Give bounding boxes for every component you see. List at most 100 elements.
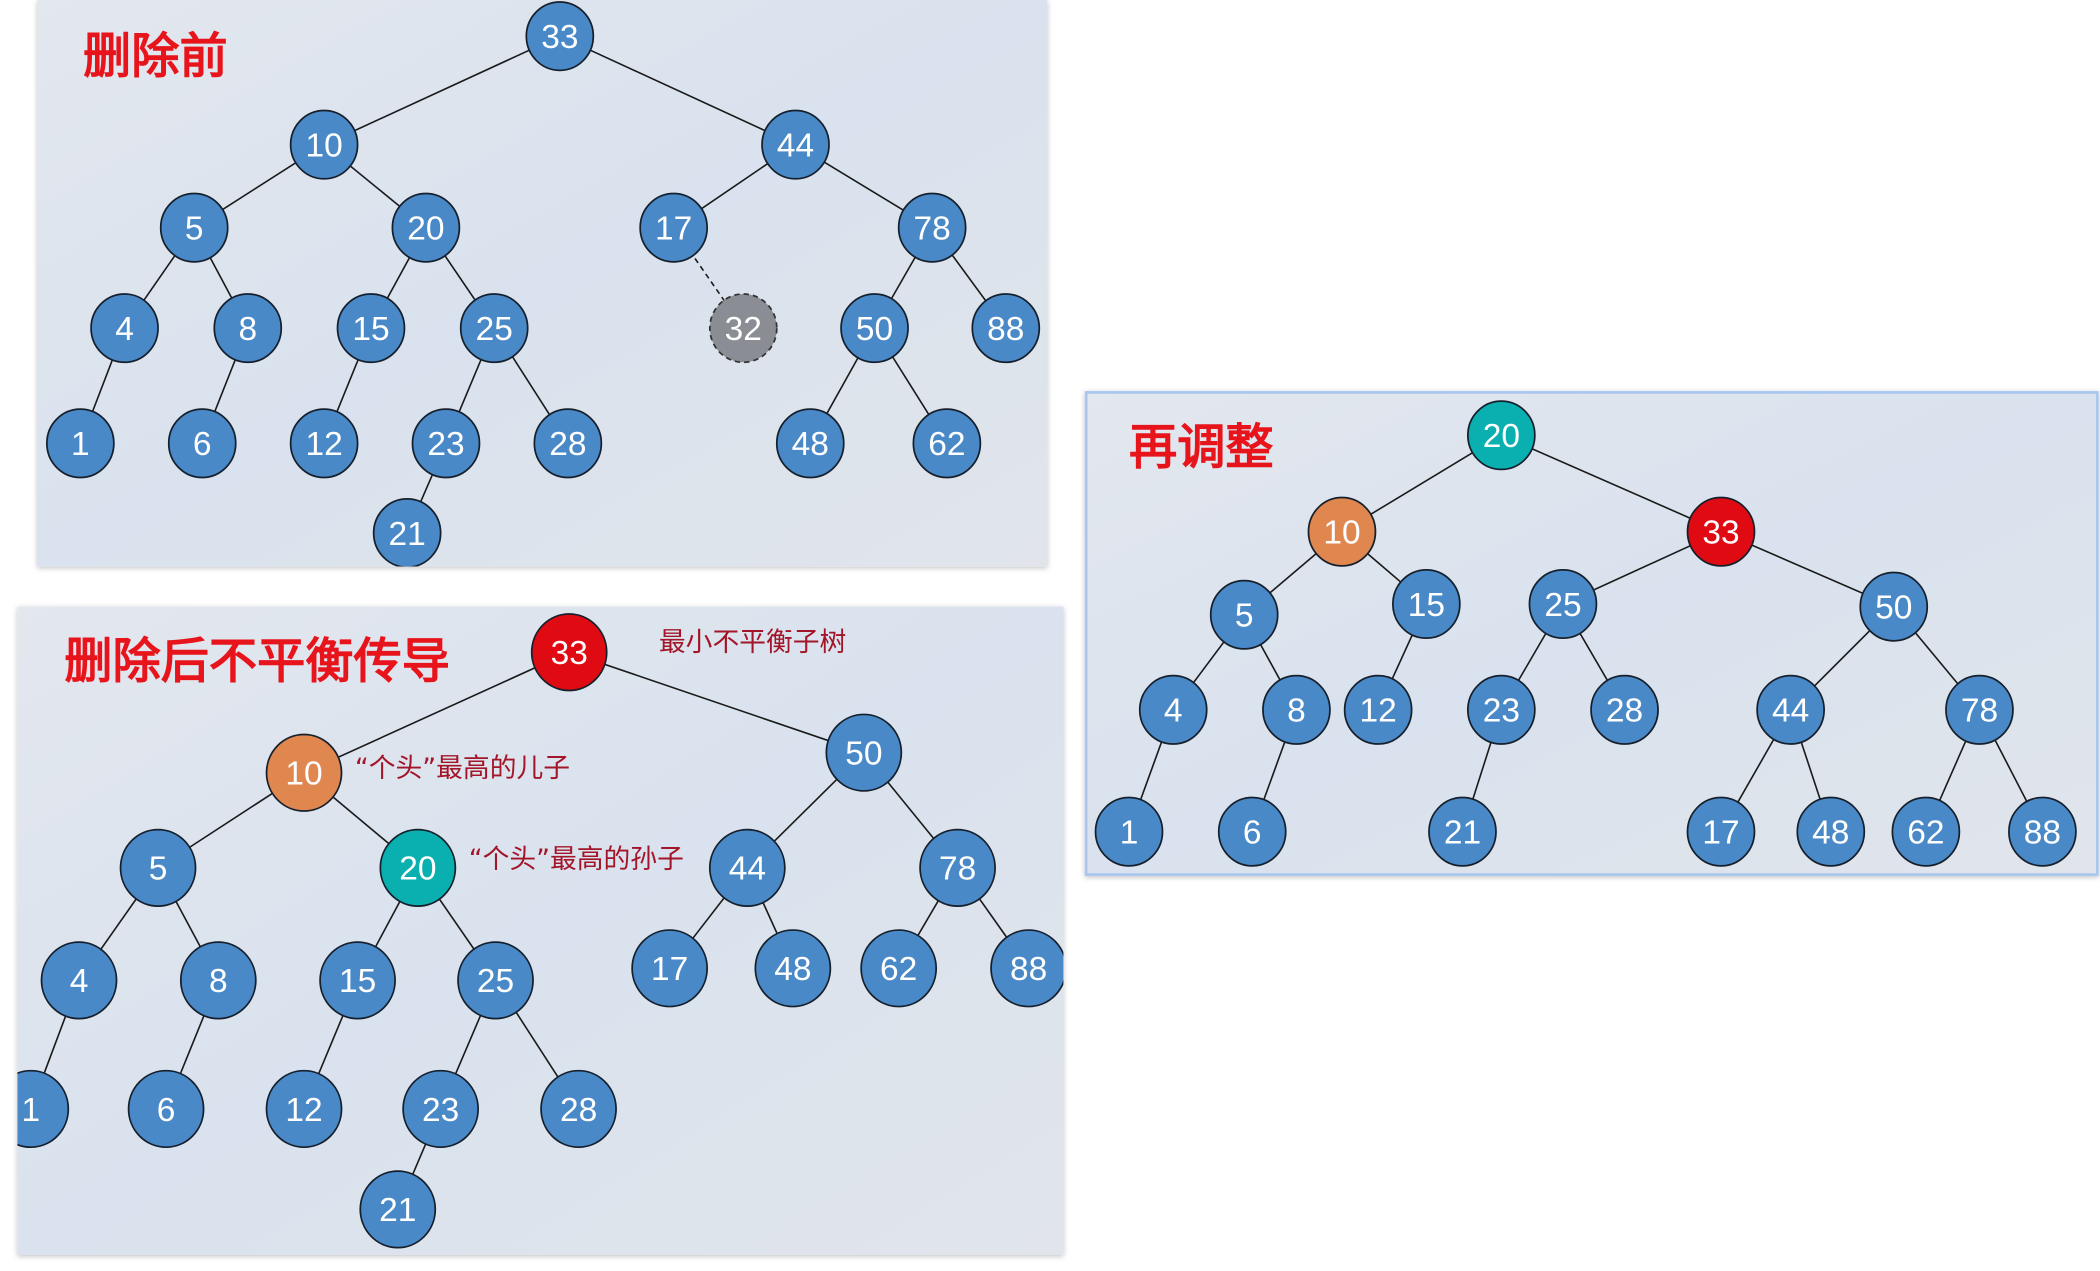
tree-node-6: 6: [1217, 796, 1287, 867]
tree-node-15: 15: [336, 293, 406, 364]
node-value: 12: [285, 1092, 322, 1129]
tree-node-44: 44: [1756, 674, 1825, 745]
node-value: 5: [185, 211, 204, 248]
node-value: 17: [655, 211, 692, 248]
node-value: 23: [427, 426, 464, 463]
node-value: 15: [339, 963, 376, 1000]
tree-node-15: 15: [319, 941, 396, 1020]
node-value: 28: [1606, 693, 1643, 730]
node-value: 32: [725, 311, 762, 348]
node-value: 10: [285, 756, 322, 793]
tree-node-78: 78: [897, 192, 967, 263]
node-value: 4: [115, 311, 134, 348]
node-value: 28: [560, 1092, 597, 1129]
node-value: 33: [551, 635, 588, 672]
node-value: 6: [157, 1092, 176, 1129]
node-value: 25: [477, 963, 514, 1000]
tree-node-28: 28: [540, 1069, 617, 1149]
node-value: 8: [209, 963, 228, 1000]
tree-node-6: 6: [167, 408, 237, 479]
node-value: 48: [792, 426, 829, 463]
tree-node-25: 25: [459, 293, 529, 364]
node-value: 88: [1010, 951, 1047, 988]
node-value: 28: [549, 426, 586, 463]
node-value: 33: [541, 19, 578, 56]
node-value: 62: [928, 426, 965, 463]
panel-title: 删除后不平衡传导: [64, 634, 450, 690]
tree-node-17: 17: [631, 929, 709, 1008]
node-value: 1: [71, 426, 90, 463]
node-value: 4: [1164, 693, 1183, 730]
tree-node-6: 6: [127, 1069, 205, 1149]
node-value: 23: [422, 1092, 459, 1129]
panel-background: [37, 0, 1048, 567]
tree-node-48: 48: [1796, 796, 1866, 867]
tree-node-12: 12: [289, 408, 359, 479]
tree-node-12: 12: [265, 1069, 343, 1149]
panel-before-deletion: 删除前 3310 445 20 17 784 8 15 25 32 50 881 6 12 23 28 48 62…: [37, 0, 1048, 567]
node-value: 12: [1360, 693, 1397, 730]
tree-node-25: 25: [457, 941, 534, 1020]
tree-node-8: 8: [179, 941, 257, 1020]
annotation-label: “个头”最高的儿子: [355, 753, 570, 784]
node-value: 48: [1812, 815, 1849, 852]
node-value: 1: [1120, 815, 1139, 852]
tree-node-5: 5: [119, 828, 197, 907]
node-value: 8: [1287, 693, 1306, 730]
tree-node-20: 20: [379, 828, 457, 907]
node-value: 1: [21, 1092, 40, 1129]
tree-node-4: 4: [90, 293, 159, 364]
tree-node-62: 62: [1891, 796, 1961, 867]
tree-node-23: 23: [402, 1069, 479, 1149]
tree-node-8: 8: [213, 293, 283, 364]
tree-node-4: 4: [1138, 674, 1208, 745]
tree-node-10: 10: [289, 109, 359, 180]
tree-node-21: 21: [372, 498, 442, 567]
tree-node-1: 1: [1094, 796, 1164, 867]
node-value: 44: [777, 127, 814, 164]
panel-after-deletion-imbalance: 删除后不平衡传导 最小不平衡子树 “个头”最高的儿子 “个头”最高的孙子 33 10 50 5…: [17, 606, 1064, 1255]
node-value: 6: [1243, 815, 1262, 852]
node-value: 62: [1907, 815, 1944, 852]
tree-node-78: 78: [1945, 674, 2014, 745]
node-value: 88: [987, 311, 1024, 348]
node-value: 78: [939, 851, 976, 888]
tree-node-15: 15: [1391, 569, 1461, 640]
node-value: 21: [1444, 815, 1481, 852]
node-value: 20: [1483, 418, 1520, 455]
tree-node-12: 12: [1343, 674, 1413, 745]
tree-node-8: 8: [1262, 674, 1331, 745]
tree-node-78: 78: [919, 828, 996, 907]
tree-node-23: 23: [411, 408, 481, 479]
node-value: 20: [407, 211, 444, 248]
tree-node-62: 62: [912, 408, 982, 479]
node-value: 33: [1702, 515, 1739, 552]
tree-node-50: 50: [840, 293, 909, 364]
tree-node-17: 17: [639, 192, 709, 263]
tree-node-50: 50: [825, 713, 903, 792]
avl-deletion-diagram: 删除前 3310 445 20 17 784 8 15 25 32 50 881 6 12 23 28 48 62…: [17, 0, 2099, 1255]
tree-node-28: 28: [533, 408, 603, 479]
node-value: 88: [2024, 815, 2061, 852]
node-value: 5: [1235, 598, 1254, 635]
panel-readjusted: 再调整 2010 335 15 25 504 8 12 23 28 44 781 6 21 17 48 62 88: [1084, 391, 2099, 876]
tree-node-5: 5: [1209, 579, 1279, 650]
node-value: 20: [399, 851, 436, 888]
node-value: 62: [880, 951, 917, 988]
tree-node-17: 17: [1686, 796, 1756, 867]
tree-node-32: 32: [708, 293, 778, 364]
tree-node-25: 25: [1528, 569, 1598, 640]
annotation-label: 最小不平衡子树: [659, 627, 846, 658]
node-value: 6: [193, 426, 212, 463]
node-value: 23: [1483, 693, 1520, 730]
tree-node-20: 20: [391, 192, 461, 263]
tree-node-28: 28: [1590, 674, 1659, 745]
node-value: 78: [914, 211, 951, 248]
node-value: 10: [305, 127, 342, 164]
node-value: 15: [1408, 587, 1445, 624]
node-value: 12: [305, 426, 342, 463]
tree-node-1: 1: [17, 1069, 70, 1149]
tree-node-21: 21: [359, 1170, 437, 1249]
tree-node-33: 33: [525, 1, 595, 72]
node-value: 21: [379, 1192, 416, 1229]
